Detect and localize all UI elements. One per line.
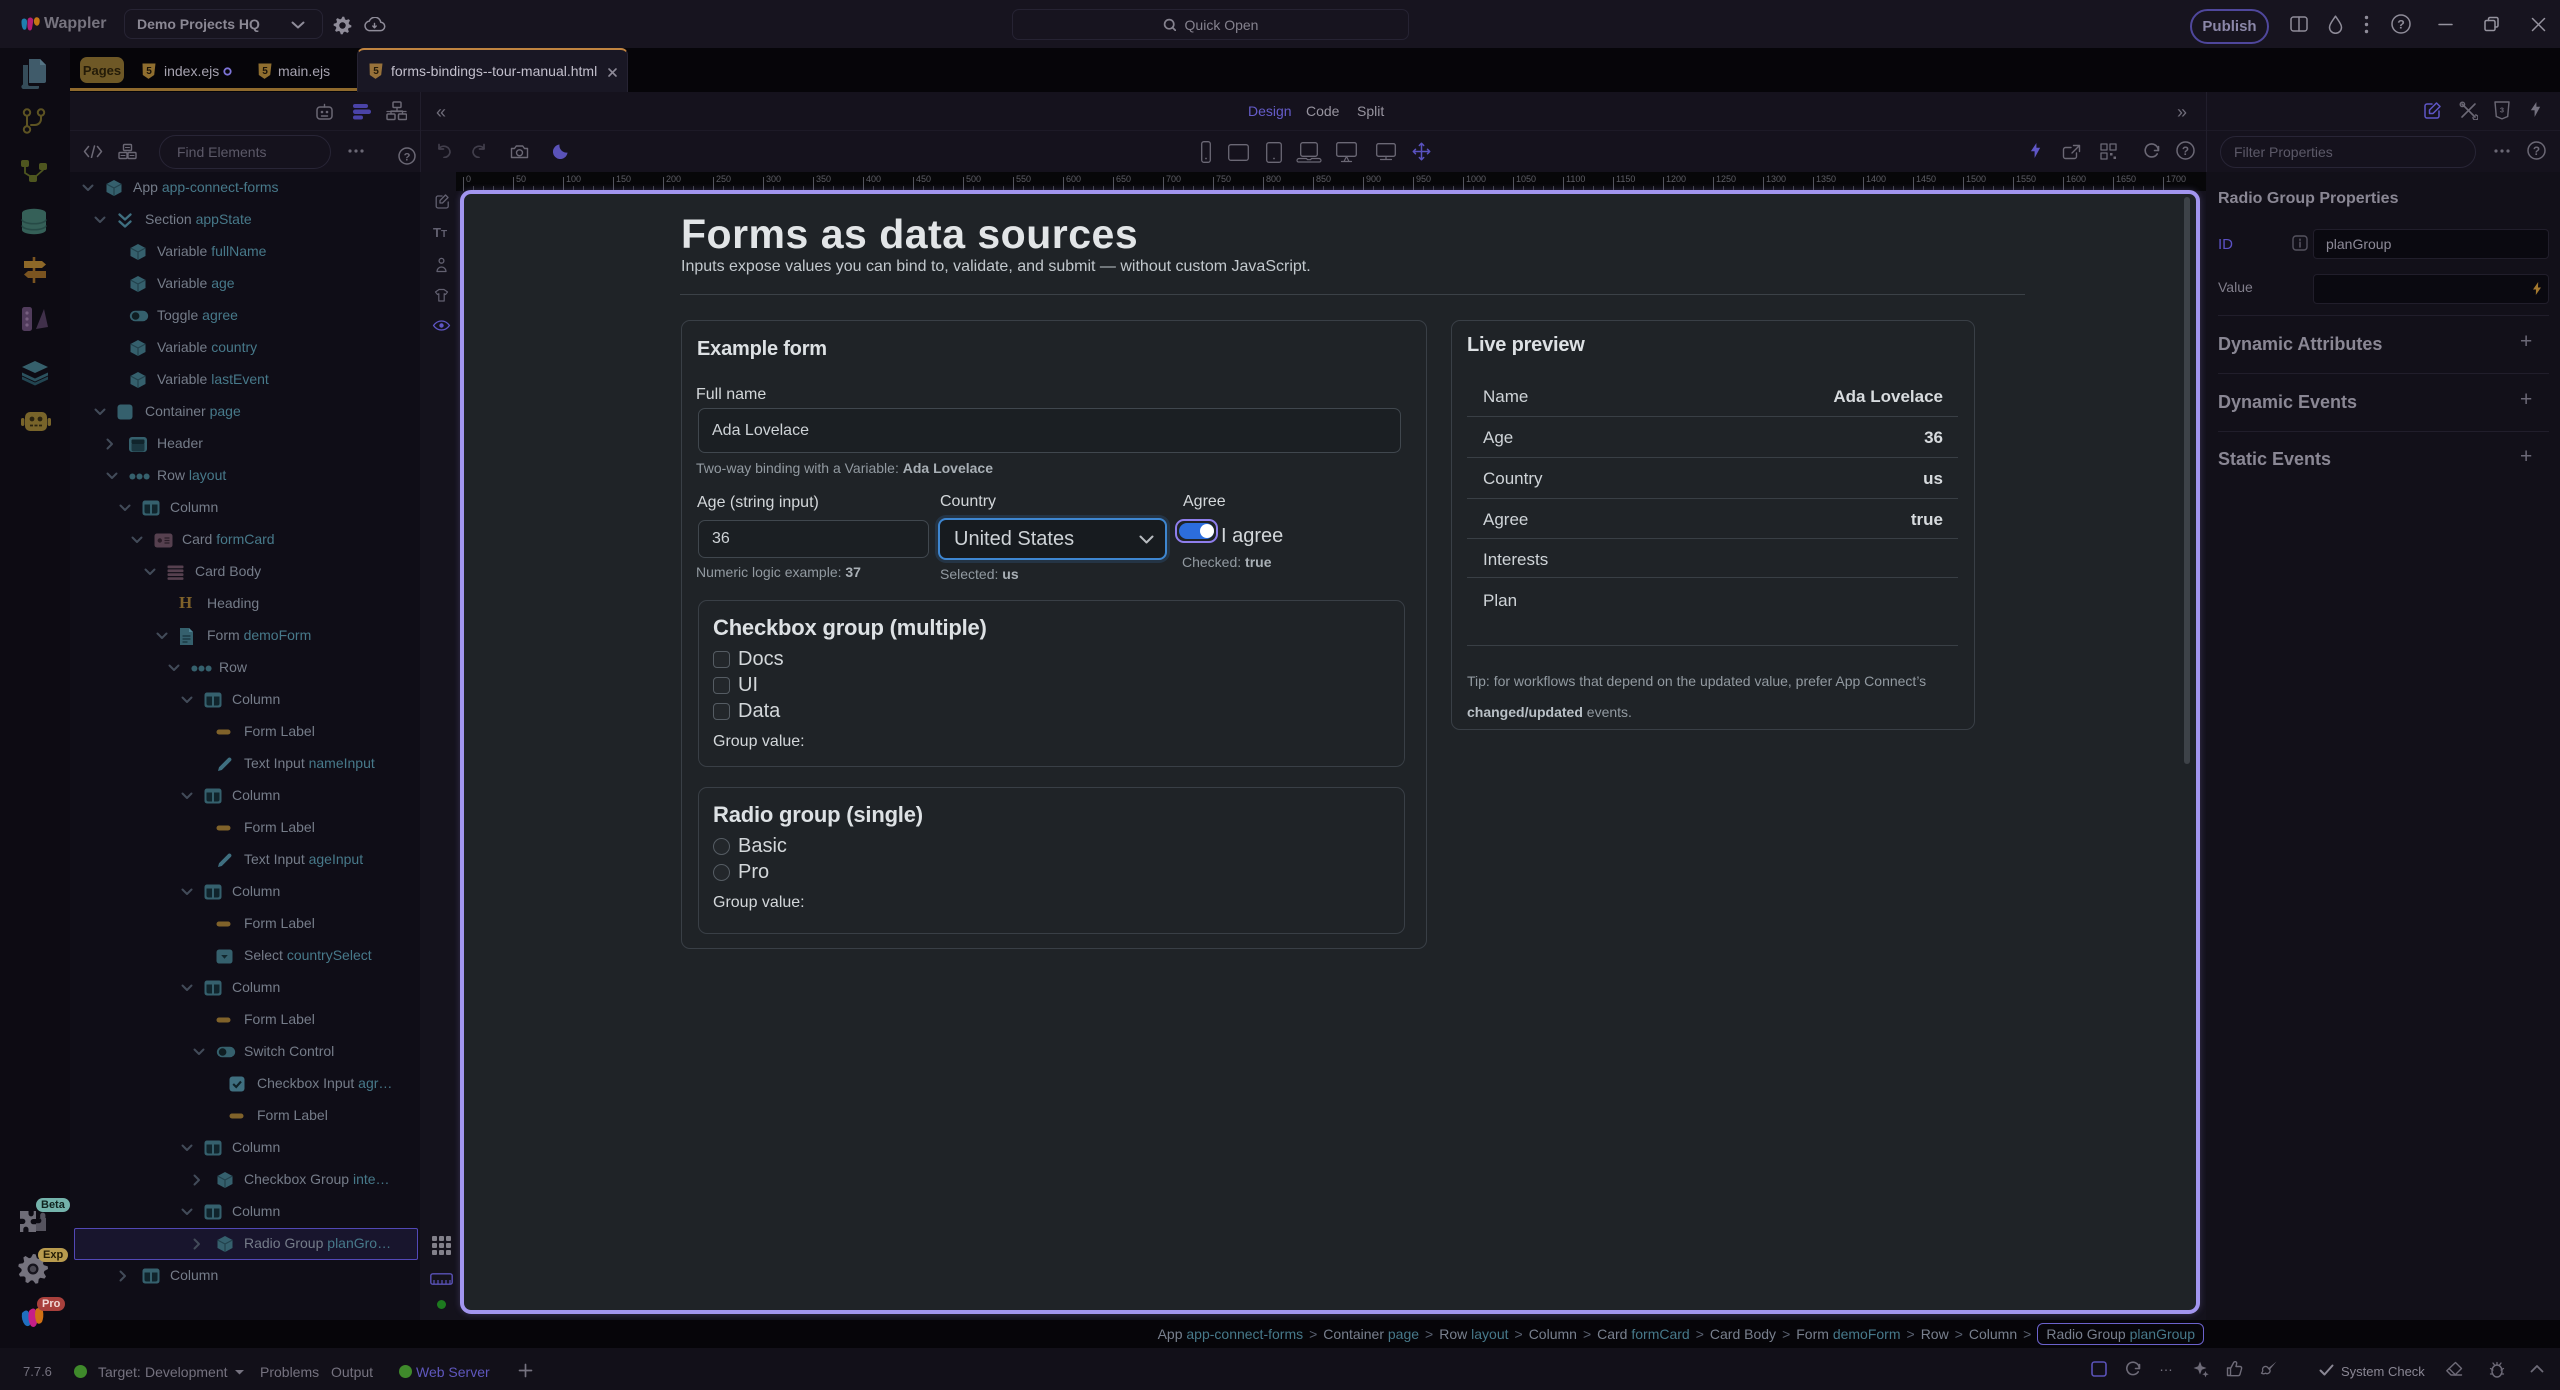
- svg-text:5: 5: [262, 66, 268, 77]
- svg-text:?: ?: [404, 151, 411, 163]
- svg-text:?: ?: [2182, 145, 2189, 158]
- svg-text:5: 5: [146, 66, 152, 77]
- svg-text:5: 5: [373, 66, 379, 77]
- svg-text:3: 3: [2500, 106, 2504, 115]
- svg-text:?: ?: [2533, 145, 2540, 158]
- svg-text:?: ?: [2397, 17, 2405, 31]
